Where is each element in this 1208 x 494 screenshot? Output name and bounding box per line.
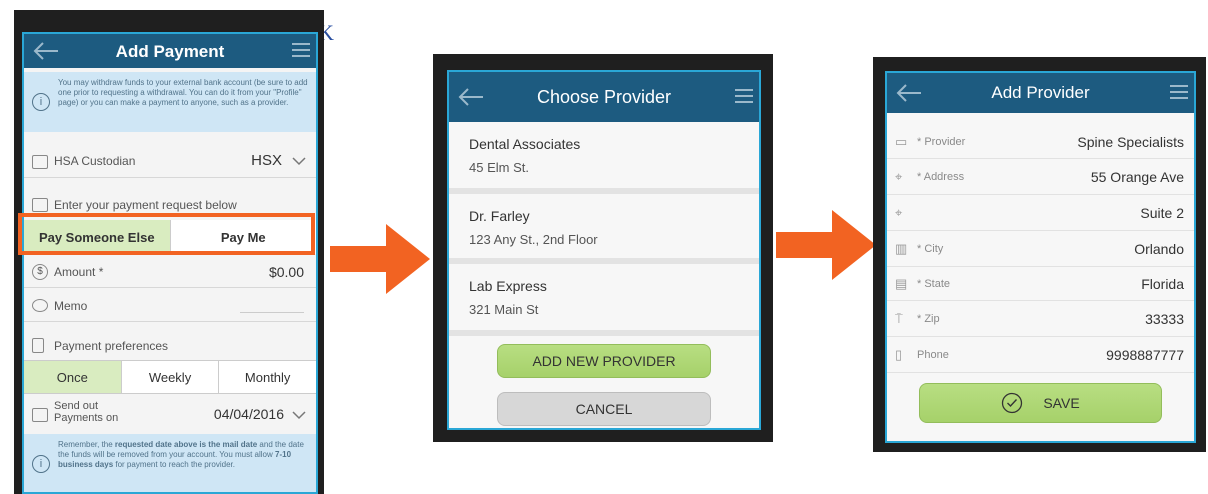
- field-label: * Address: [917, 170, 965, 183]
- location-pin-icon: ⌖: [895, 168, 903, 184]
- memo-label: Memo: [54, 299, 88, 313]
- location-pin-icon: ⌖: [895, 204, 903, 220]
- id-card-icon: ▤: [895, 275, 908, 291]
- speech-bubble-icon: [32, 299, 48, 312]
- send-date-value[interactable]: 04/04/2016: [214, 406, 284, 422]
- check-circle-icon: [1002, 392, 1023, 414]
- add-new-provider-button[interactable]: ADD NEW PROVIDER: [497, 344, 711, 378]
- tab-weekly[interactable]: Weekly: [122, 361, 220, 393]
- tab-monthly[interactable]: Monthly: [219, 361, 316, 393]
- memo-row[interactable]: Memo: [24, 288, 316, 322]
- page-title: Choose Provider: [536, 87, 672, 107]
- screen-add-payment: Add Payment i You may withdraw funds to …: [22, 32, 318, 494]
- amount-row[interactable]: $ Amount * $0.00: [24, 256, 316, 288]
- reminder-banner: i Remember, the requested date above is …: [24, 434, 316, 492]
- field-label: * Zip: [917, 312, 940, 325]
- custodian-row[interactable]: HSA Custodian HSX: [24, 144, 316, 178]
- reminder-bold-date: requested date above is the mail date: [114, 440, 258, 449]
- flow-arrow-icon: [776, 210, 876, 280]
- provider-name: Lab Express: [469, 278, 547, 294]
- chevron-down-icon[interactable]: [292, 156, 306, 166]
- field-label: * City: [917, 242, 944, 255]
- field-value[interactable]: 55 Orange Ave: [1091, 169, 1184, 185]
- save-label: SAVE: [1043, 395, 1080, 411]
- phone-frame-add-provider: Add Provider ▭ * Provider Spine Speciali…: [873, 57, 1206, 452]
- request-icon: [32, 198, 48, 212]
- dollar-icon: $: [32, 264, 48, 280]
- info-icon: i: [32, 93, 50, 111]
- provider-name: Dental Associates: [469, 136, 581, 152]
- phone-icon: ▯: [895, 346, 903, 362]
- cancel-button[interactable]: CANCEL: [497, 392, 711, 426]
- send-date-row[interactable]: Send out Payments on 04/04/2016: [24, 396, 316, 432]
- preferences-row: Payment preferences: [24, 332, 316, 358]
- request-label: Enter your payment request below: [54, 198, 237, 212]
- field-value[interactable]: 33333: [1145, 311, 1184, 327]
- field-value[interactable]: Florida: [1141, 276, 1184, 292]
- screen-add-provider: Add Provider ▭ * Provider Spine Speciali…: [885, 71, 1196, 443]
- bank-icon: [32, 155, 48, 169]
- city-icon: ▥: [895, 240, 908, 256]
- field-label: * State: [917, 277, 951, 290]
- save-button[interactable]: SAVE: [919, 383, 1162, 423]
- city-field[interactable]: ▥ * City Orlando: [887, 231, 1194, 267]
- header: Add Provider: [887, 73, 1194, 113]
- tab-once[interactable]: Once: [24, 361, 122, 393]
- menu-icon[interactable]: [1170, 81, 1188, 101]
- calendar-icon: [32, 408, 48, 422]
- menu-icon[interactable]: [292, 39, 310, 59]
- list-item-provider[interactable]: Dr. Farley 123 Any St., 2nd Floor: [449, 194, 759, 264]
- page-title: Add Provider: [991, 83, 1090, 102]
- send-label: Send out Payments on: [54, 400, 119, 424]
- field-value[interactable]: Orlando: [1134, 241, 1184, 257]
- address-field[interactable]: ⌖ * Address 55 Orange Ave: [887, 159, 1194, 195]
- list-item-provider[interactable]: Lab Express 321 Main St: [449, 264, 759, 336]
- header: Choose Provider: [449, 72, 759, 122]
- custodian-label: HSA Custodian: [54, 154, 136, 168]
- preferences-label: Payment preferences: [54, 339, 169, 353]
- field-value[interactable]: Spine Specialists: [1077, 134, 1184, 150]
- flow-arrow-icon: [330, 224, 430, 294]
- provider-address: 45 Elm St.: [469, 160, 529, 175]
- reminder-pre: Remember, the: [58, 440, 115, 449]
- provider-address: 321 Main St: [469, 302, 539, 317]
- amount-label: Amount *: [54, 265, 104, 279]
- provider-field[interactable]: ▭ * Provider Spine Specialists: [887, 125, 1194, 159]
- address-line2-field[interactable]: ⌖ Suite 2: [887, 195, 1194, 231]
- header: Add Payment: [24, 34, 316, 68]
- info-text: You may withdraw funds to your external …: [58, 78, 308, 107]
- screen-choose-provider: Choose Provider Dental Associates 45 Elm…: [447, 70, 761, 430]
- info-banner: i You may withdraw funds to your externa…: [24, 72, 316, 132]
- reminder-post: for payment to reach the provider.: [113, 460, 235, 469]
- zip-field[interactable]: ⍑ * Zip 33333: [887, 301, 1194, 337]
- page-title: Add Payment: [115, 42, 225, 61]
- field-value[interactable]: 9998887777: [1106, 347, 1184, 363]
- frequency-tabs: Once Weekly Monthly: [24, 360, 316, 394]
- field-value[interactable]: Suite 2: [1140, 205, 1184, 221]
- menu-icon[interactable]: [735, 85, 753, 105]
- clipboard-icon: [32, 338, 44, 353]
- provider-name: Dr. Farley: [469, 208, 530, 224]
- phone-field[interactable]: ▯ Phone 9998887777: [887, 337, 1194, 373]
- amount-value[interactable]: $0.00: [269, 264, 304, 280]
- chevron-down-icon[interactable]: [292, 410, 306, 420]
- field-label: Phone: [917, 348, 949, 361]
- custodian-value: HSX: [251, 152, 282, 169]
- field-label: * Provider: [917, 135, 966, 148]
- signpost-icon: ⍑: [895, 310, 903, 326]
- info-icon: i: [32, 455, 50, 473]
- highlight-box: [18, 213, 315, 255]
- memo-field[interactable]: [240, 312, 304, 313]
- phone-frame-choose-provider: Choose Provider Dental Associates 45 Elm…: [433, 54, 773, 442]
- list-item-provider[interactable]: Dental Associates 45 Elm St.: [449, 122, 759, 194]
- card-icon: ▭: [895, 133, 908, 149]
- provider-address: 123 Any St., 2nd Floor: [469, 232, 598, 247]
- state-field[interactable]: ▤ * State Florida: [887, 267, 1194, 301]
